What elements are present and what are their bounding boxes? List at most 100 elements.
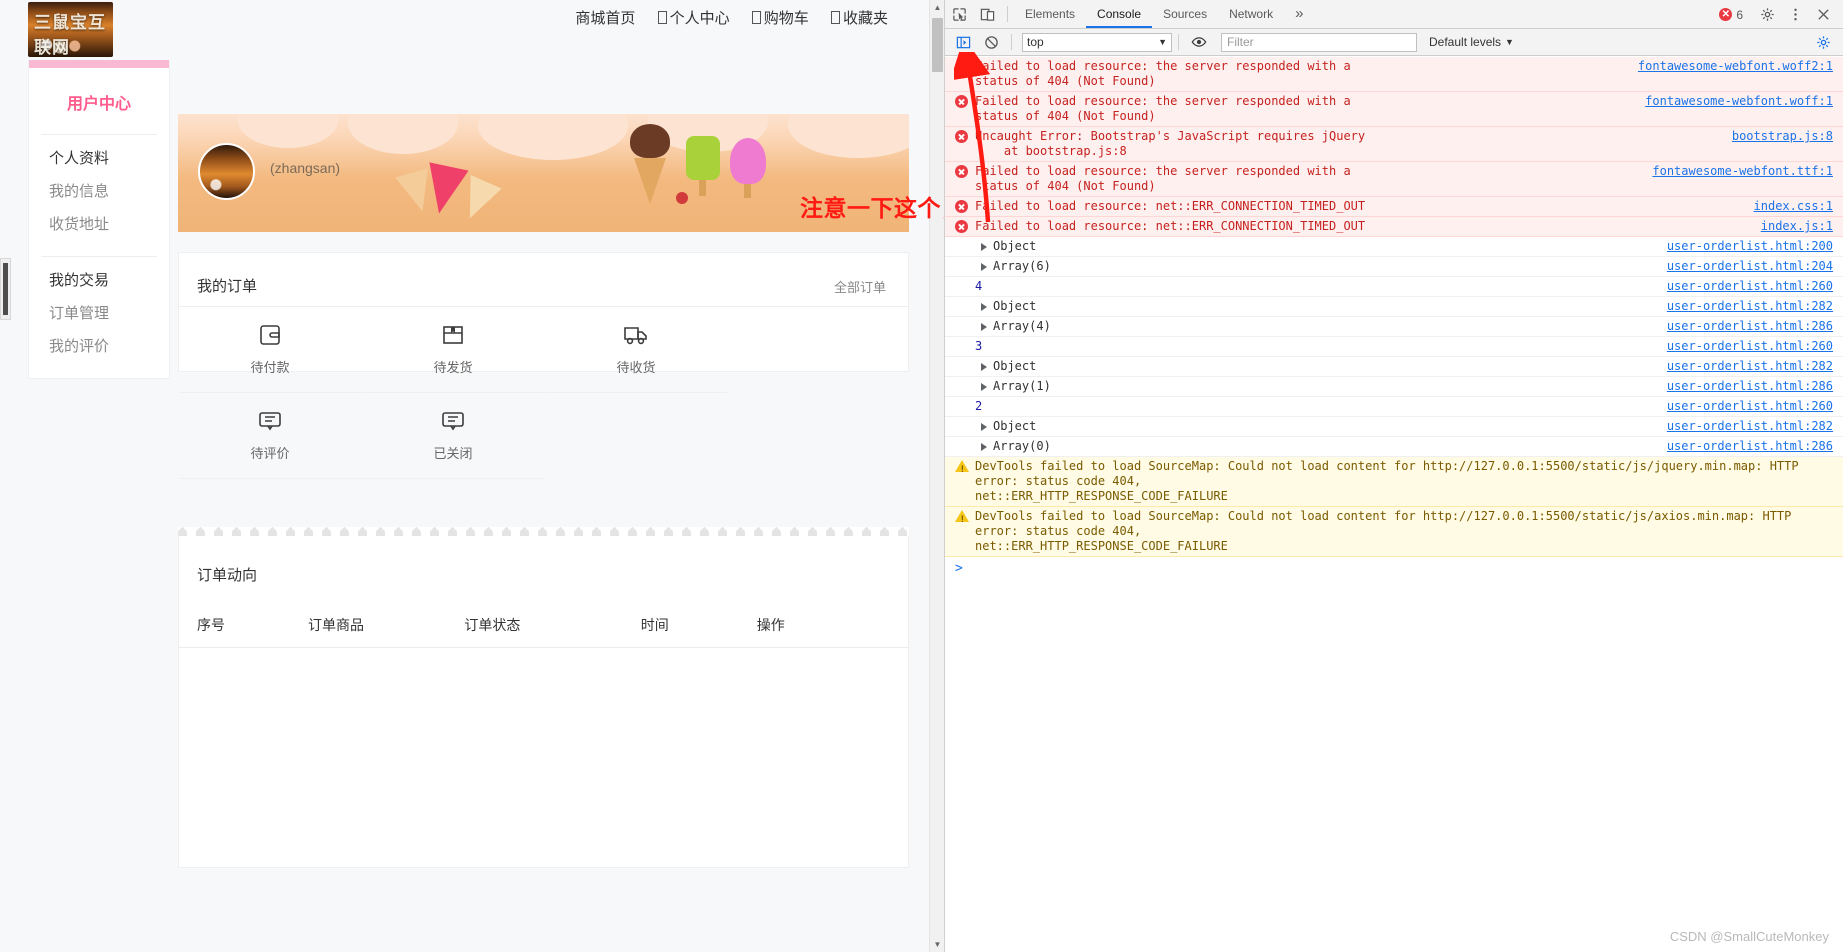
column-header-product[interactable]: 订单商品 xyxy=(308,607,465,648)
order-status-closed[interactable]: 已关闭 xyxy=(362,393,545,479)
console-message-row[interactable]: 2 user-orderlist.html:260 xyxy=(945,397,1843,417)
console-message-text: Array(6) xyxy=(993,259,1051,273)
tabbar-divider xyxy=(1007,6,1008,22)
error-count-badge[interactable]: ✕ 6 xyxy=(1719,8,1743,22)
console-message-source-link[interactable]: user-orderlist.html:282 xyxy=(1667,299,1843,314)
sidebar-item-profile[interactable]: 个人资料 xyxy=(49,147,169,168)
tab-elements[interactable]: Elements xyxy=(1014,0,1086,28)
nav-item-home[interactable]: 商城首页 xyxy=(575,7,635,28)
console-message-source-link[interactable]: user-orderlist.html:286 xyxy=(1667,319,1843,334)
console-message-row[interactable]: 3 user-orderlist.html:260 xyxy=(945,337,1843,357)
console-message-source-link[interactable]: fontawesome-webfont.ttf:1 xyxy=(1652,164,1843,179)
console-prompt[interactable]: > xyxy=(945,557,1843,578)
scrollbar-down-arrow[interactable]: ▼ xyxy=(930,937,944,952)
console-message-source-link[interactable]: user-orderlist.html:260 xyxy=(1667,399,1843,414)
console-message-row[interactable]: DevTools failed to load SourceMap: Could… xyxy=(945,457,1843,507)
order-status-pending-receipt[interactable]: 待收货 xyxy=(545,307,728,393)
devtools-tabbar-right: ✕ 6 xyxy=(1719,0,1837,29)
order-status-pending-payment[interactable]: 待付款 xyxy=(179,307,362,393)
column-header-time[interactable]: 时间 xyxy=(640,607,757,648)
sidebar-item-address[interactable]: 收货地址 xyxy=(49,213,169,234)
order-status-pending-shipment[interactable]: 待发货 xyxy=(362,307,545,393)
console-message-text: Failed to load resource: the server resp… xyxy=(975,164,1351,193)
console-message-text: DevTools failed to load SourceMap: Could… xyxy=(975,509,1792,553)
console-message-row[interactable]: Failed to load resource: the server resp… xyxy=(945,92,1843,127)
tab-network[interactable]: Network xyxy=(1218,0,1284,28)
console-message-source-link[interactable]: user-orderlist.html:282 xyxy=(1667,419,1843,434)
scrollbar-up-arrow[interactable]: ▲ xyxy=(930,0,944,15)
console-message-source-link[interactable]: user-orderlist.html:282 xyxy=(1667,359,1843,374)
console-message-text: 2 xyxy=(975,399,983,413)
sidebar-item-my-info[interactable]: 我的信息 xyxy=(49,180,169,201)
console-context-select[interactable]: top ▼ xyxy=(1022,32,1172,52)
expand-triangle-icon[interactable] xyxy=(981,423,987,431)
tab-sources[interactable]: Sources xyxy=(1152,0,1218,28)
console-message-row[interactable]: Failed to load resource: the server resp… xyxy=(945,162,1843,197)
expand-triangle-icon[interactable] xyxy=(981,383,987,391)
expand-triangle-icon[interactable] xyxy=(981,243,987,251)
console-eye-icon[interactable] xyxy=(1185,28,1213,56)
console-message-source-link[interactable]: fontawesome-webfont.woff:1 xyxy=(1645,94,1843,109)
column-header-index[interactable]: 序号 xyxy=(179,607,309,648)
page-scrollbar[interactable]: ▲ ▼ xyxy=(929,0,944,952)
console-message-row[interactable]: Array(4) user-orderlist.html:286 xyxy=(945,317,1843,337)
nav-item-usercenter-label: 个人中心 xyxy=(669,10,730,27)
console-message-row[interactable]: Failed to load resource: the server resp… xyxy=(945,57,1843,92)
console-message-source-link[interactable]: user-orderlist.html:286 xyxy=(1667,379,1843,394)
column-header-status[interactable]: 订单状态 xyxy=(464,607,641,648)
console-message-source-link[interactable]: index.js:1 xyxy=(1761,219,1843,234)
inspect-element-icon[interactable] xyxy=(945,0,973,28)
nav-item-favorites[interactable]: 收藏夹 xyxy=(830,7,888,28)
console-message-row[interactable]: Object user-orderlist.html:200 xyxy=(945,237,1843,257)
more-tabs-button[interactable]: » xyxy=(1284,0,1314,28)
console-message-source-link[interactable]: user-orderlist.html:260 xyxy=(1667,279,1843,294)
console-message-source-link[interactable]: user-orderlist.html:204 xyxy=(1667,259,1843,274)
settings-gear-icon[interactable] xyxy=(1753,1,1781,29)
sidebar-item-transactions[interactable]: 我的交易 xyxy=(49,269,169,290)
expand-triangle-icon[interactable] xyxy=(981,363,987,371)
console-message-row[interactable]: Object user-orderlist.html:282 xyxy=(945,417,1843,437)
console-message-source-link[interactable]: index.css:1 xyxy=(1754,199,1843,214)
console-levels-dropdown[interactable]: Default levels ▼ xyxy=(1429,35,1514,49)
console-filter-input[interactable] xyxy=(1221,32,1417,52)
console-message-text: Array(0) xyxy=(993,439,1051,453)
expand-triangle-icon[interactable] xyxy=(981,303,987,311)
more-options-icon[interactable] xyxy=(1781,1,1809,29)
console-message-row[interactable]: Failed to load resource: net::ERR_CONNEC… xyxy=(945,197,1843,217)
console-message-row[interactable]: Array(6) user-orderlist.html:204 xyxy=(945,257,1843,277)
console-message-source-link[interactable]: bootstrap.js:8 xyxy=(1732,129,1843,144)
all-orders-link[interactable]: 全部订单 xyxy=(834,277,886,296)
nav-item-usercenter[interactable]: 个人中心 xyxy=(657,7,730,28)
expand-triangle-icon[interactable] xyxy=(981,443,987,451)
expand-triangle-icon[interactable] xyxy=(981,323,987,331)
order-status-pending-review[interactable]: 待评价 xyxy=(179,393,362,479)
console-settings-gear-icon[interactable] xyxy=(1809,29,1837,57)
console-message-row[interactable]: DevTools failed to load SourceMap: Could… xyxy=(945,507,1843,557)
console-message-row[interactable]: Object user-orderlist.html:282 xyxy=(945,357,1843,377)
console-message-source-link[interactable]: user-orderlist.html:260 xyxy=(1667,339,1843,354)
order-status-grid: 待付款 待发货 待收货 待评价 已关闭 xyxy=(179,307,908,479)
page-edge-widget[interactable] xyxy=(0,258,11,320)
console-message-list[interactable]: Failed to load resource: the server resp… xyxy=(945,57,1843,952)
tab-console[interactable]: Console xyxy=(1086,0,1152,28)
nav-item-cart[interactable]: 购物车 xyxy=(751,7,809,28)
close-devtools-icon[interactable] xyxy=(1809,1,1837,29)
console-message-row[interactable]: Failed to load resource: net::ERR_CONNEC… xyxy=(945,217,1843,237)
nav-item-home-label: 商城首页 xyxy=(575,10,636,27)
avatar[interactable] xyxy=(198,143,255,200)
sidebar-item-order-mgmt[interactable]: 订单管理 xyxy=(49,302,169,323)
sidebar-item-my-reviews[interactable]: 我的评价 xyxy=(49,335,169,356)
console-message-row[interactable]: Array(0) user-orderlist.html:286 xyxy=(945,437,1843,457)
expand-triangle-icon[interactable] xyxy=(981,263,987,271)
console-message-source-link[interactable]: user-orderlist.html:286 xyxy=(1667,439,1843,454)
column-header-actions[interactable]: 操作 xyxy=(756,607,908,648)
console-message-row[interactable]: Array(1) user-orderlist.html:286 xyxy=(945,377,1843,397)
console-message-source-link[interactable]: user-orderlist.html:200 xyxy=(1667,239,1843,254)
site-logo[interactable]: 三鼠宝互联网 xyxy=(28,2,113,57)
device-toolbar-icon[interactable] xyxy=(973,0,1001,28)
console-message-row[interactable]: Uncaught Error: Bootstrap's JavaScript r… xyxy=(945,127,1843,162)
scrollbar-thumb[interactable] xyxy=(932,18,943,72)
console-message-row[interactable]: Object user-orderlist.html:282 xyxy=(945,297,1843,317)
console-message-row[interactable]: 4 user-orderlist.html:260 xyxy=(945,277,1843,297)
console-message-source-link[interactable]: fontawesome-webfont.woff2:1 xyxy=(1638,59,1843,74)
